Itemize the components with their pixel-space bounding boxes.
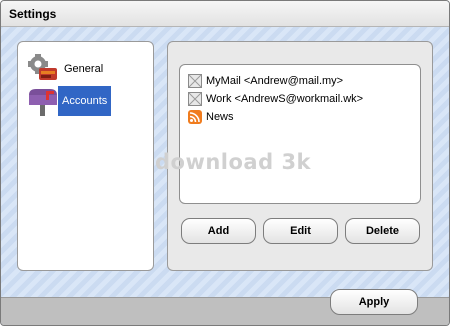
mail-account-icon [188,92,202,106]
rss-icon [188,110,202,124]
account-list[interactable]: MyMail <Andrew@mail.my> Work <AndrewS@wo… [179,64,421,204]
gear-tools-icon [28,54,57,80]
account-label: Work <AndrewS@workmail.wk> [206,93,364,105]
nav-item-general-label: General [64,63,104,75]
mailbox-icon [29,89,57,116]
watermark-logo: download 3k [155,150,312,174]
mail-account-icon [188,74,202,88]
title-bar: Settings [1,1,449,27]
add-button[interactable]: Add [181,218,256,244]
list-item[interactable]: Work <AndrewS@workmail.wk> [188,91,363,107]
nav-item-accounts[interactable]: Accounts [26,84,112,118]
edit-button[interactable]: Edit [263,218,338,244]
list-item[interactable]: News [188,109,234,125]
account-label: MyMail <Andrew@mail.my> [206,75,344,87]
nav-item-accounts-label: Accounts [58,86,112,116]
apply-button[interactable]: Apply [330,289,418,315]
window-title: Settings [9,7,57,21]
account-label: News [206,111,234,123]
list-item[interactable]: MyMail <Andrew@mail.my> [188,73,343,89]
nav-item-general[interactable]: General [26,52,107,86]
delete-button[interactable]: Delete [345,218,420,244]
settings-nav-panel: General Accounts [17,41,154,271]
settings-window: Settings General Accounts MyMail <Andrew… [0,0,450,326]
